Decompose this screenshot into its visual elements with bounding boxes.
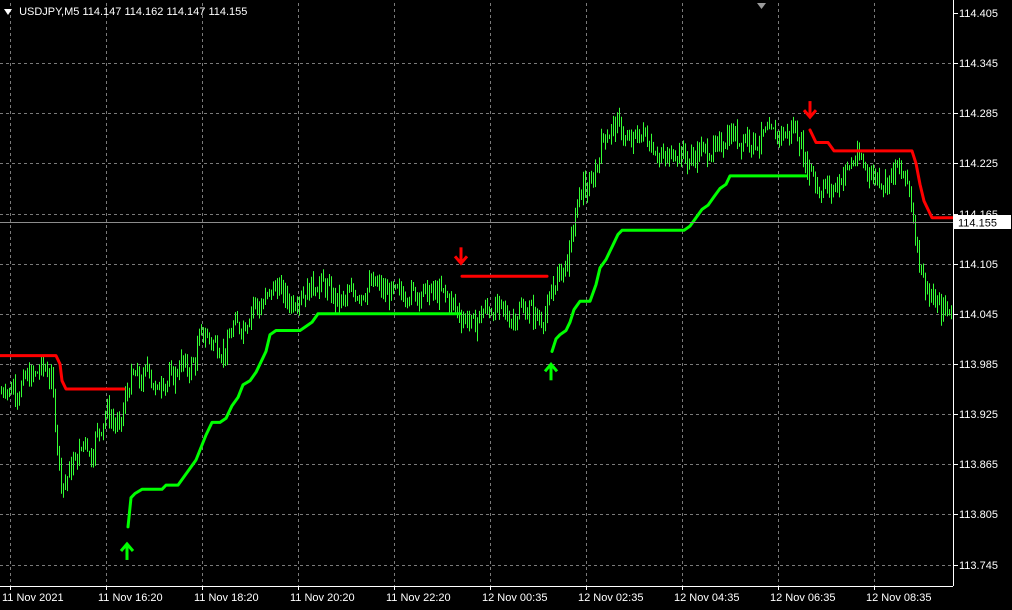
trend-up-line (550, 174, 808, 353)
symbol-menu-icon[interactable] (4, 9, 12, 16)
x-tick-label: 11 Nov 22:20 (386, 592, 451, 604)
arrow-up-icon (543, 362, 559, 381)
arrow-up-icon (119, 541, 135, 560)
arrow-down-icon (453, 247, 469, 266)
y-tick-label: 113.985 (959, 359, 998, 371)
trend-up-line (126, 312, 462, 529)
y-tick-label: 114.045 (959, 309, 998, 321)
x-tick-label: 11 Nov 16:20 (98, 592, 163, 604)
trend-down-line (808, 128, 956, 220)
y-tick-label: 114.105 (959, 259, 998, 271)
y-tick-label: 114.345 (959, 58, 998, 70)
price-chart[interactable]: 114.405114.345114.285114.225114.165114.1… (0, 0, 1012, 606)
y-tick-label: 113.865 (959, 459, 998, 471)
arrow-down-icon (802, 101, 818, 120)
price-bars (1, 107, 952, 498)
chart-canvas[interactable]: 114.405114.345114.285114.225114.165114.1… (0, 0, 1012, 606)
symbol-label: USDJPY,M5 (19, 6, 80, 18)
x-tick-label: 12 Nov 04:35 (674, 592, 739, 604)
y-tick-label: 114.225 (959, 158, 998, 170)
trend-down-line (0, 354, 126, 391)
x-tick-label: 11 Nov 2021 (2, 592, 64, 604)
y-tick-label: 113.805 (959, 509, 998, 521)
y-tick-label: 114.405 (959, 8, 998, 20)
y-tick-label: 114.285 (959, 108, 998, 120)
chart-header[interactable]: USDJPY,M5 114.147 114.162 114.147 114.15… (4, 6, 247, 18)
current-price-label: 114.155 (958, 218, 997, 230)
x-tick-label: 11 Nov 20:20 (290, 592, 355, 604)
x-tick-label: 12 Nov 00:35 (482, 592, 547, 604)
x-tick-label: 11 Nov 18:20 (194, 592, 259, 604)
ohlc-values: 114.147 114.162 114.147 114.155 (82, 6, 248, 18)
signal-arrows (119, 101, 818, 560)
y-tick-label: 113.745 (959, 560, 998, 572)
y-tick-label: 113.925 (959, 409, 998, 421)
x-tick-label: 12 Nov 02:35 (578, 592, 643, 604)
x-tick-label: 12 Nov 08:35 (866, 592, 931, 604)
grid (0, 3, 953, 586)
scroll-marker-icon (757, 3, 766, 9)
x-tick-label: 12 Nov 06:35 (770, 592, 835, 604)
